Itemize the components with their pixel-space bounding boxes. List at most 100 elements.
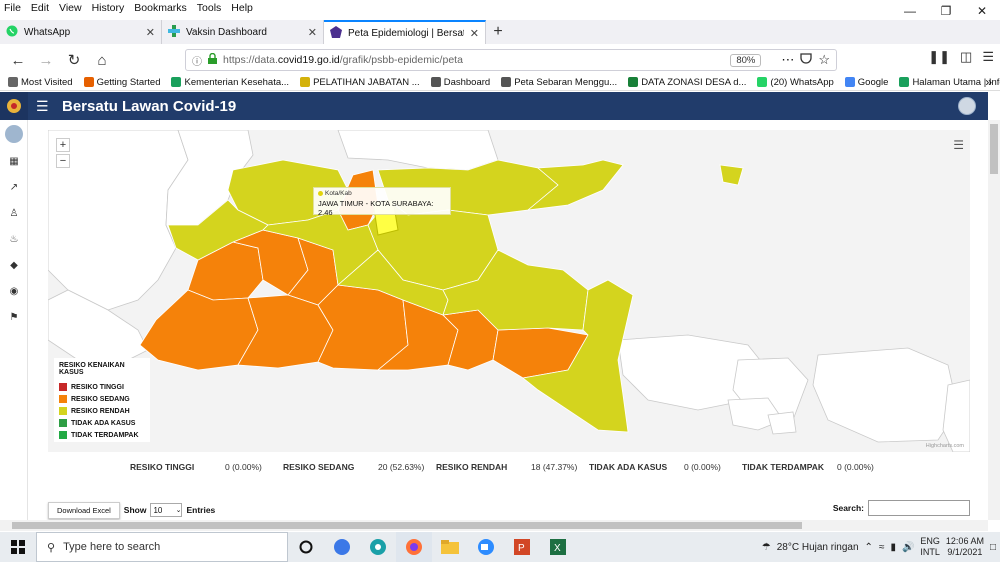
legend-item[interactable]: RESIKO SEDANG [59, 393, 145, 405]
island-rendah[interactable] [719, 164, 744, 186]
epidemic-map[interactable]: + − ☰ Kota/Kab JAWA TIMUR - KOTA SURABAY… [48, 130, 970, 452]
bell-icon[interactable]: ♨ [0, 226, 28, 252]
bookmark-item[interactable]: Peta Sebaran Menggu... [501, 77, 617, 88]
forward-arrow-icon[interactable]: → [34, 48, 58, 72]
zoom-icon[interactable] [468, 532, 504, 562]
map-svg[interactable] [48, 130, 970, 452]
bookmark-item[interactable]: PELATIHAN JABATAN ... [300, 77, 420, 88]
close-tab-icon[interactable]: ✕ [470, 27, 479, 40]
bookmark-item[interactable]: (20) WhatsApp [757, 77, 834, 88]
close-tab-icon[interactable]: ✕ [308, 26, 317, 39]
pocket-icon[interactable] [800, 53, 812, 67]
chart-menu-icon[interactable]: ☰ [953, 138, 964, 152]
whatsapp-icon [757, 77, 768, 87]
bookmark-item[interactable]: Google [844, 77, 888, 88]
menu-file[interactable]: File [4, 2, 21, 14]
small-island-region[interactable] [767, 411, 797, 435]
lock-icon[interactable] [208, 52, 217, 67]
user-avatar[interactable] [958, 97, 976, 115]
legend-item[interactable]: RESIKO RENDAH [59, 405, 145, 417]
highcharts-credits[interactable]: Highcharts.com [926, 443, 964, 449]
zoom-in-button[interactable]: + [56, 138, 70, 152]
map-icon[interactable]: ▦ [0, 148, 28, 174]
entries-select[interactable]: 10 ⌄ [150, 503, 183, 517]
menu-bookmarks[interactable]: Bookmarks [134, 2, 187, 14]
regency-sedang[interactable] [139, 289, 259, 371]
minimize-icon[interactable]: — [892, 0, 928, 22]
bookmark-item[interactable]: DATA ZONASI DESA d... [628, 77, 746, 88]
edge-icon[interactable] [360, 532, 396, 562]
clock[interactable]: 12:06 AM 9/1/2021 [946, 536, 984, 558]
vertical-scrollbar[interactable] [988, 120, 1000, 520]
tab-vaksin-dashboard[interactable]: Vaksin Dashboard ✕ [162, 20, 324, 44]
search-input[interactable] [868, 500, 970, 516]
bookmark-item[interactable]: Getting Started [83, 77, 160, 88]
info-circle-icon[interactable]: ⓘ [192, 53, 202, 68]
firefox-icon[interactable] [396, 532, 432, 562]
legend-item[interactable]: TIDAK TERDAMPAK [59, 429, 145, 441]
star-bookmark-icon[interactable]: ☆ [818, 52, 830, 68]
horizontal-scrollbar[interactable] [0, 520, 988, 531]
tab-whatsapp[interactable]: WhatsApp ✕ [0, 20, 162, 44]
bookmarks-overflow-icon[interactable]: » [985, 75, 992, 89]
volume-icon[interactable]: 🔊 [902, 542, 914, 553]
close-tab-icon[interactable]: ✕ [146, 26, 155, 39]
url-bar[interactable]: ⓘ https://data.covid19.go.id/grafik/psbb… [185, 49, 837, 71]
lombok-region[interactable] [812, 347, 959, 443]
notification-icon[interactable]: □ [990, 542, 996, 553]
scroll-thumb[interactable] [12, 522, 802, 529]
menu-view[interactable]: View [59, 2, 82, 14]
powerpoint-icon[interactable]: P [504, 532, 540, 562]
tag-icon[interactable]: ⚑ [0, 304, 28, 330]
menu-edit[interactable]: Edit [31, 2, 49, 14]
globe-app-icon[interactable] [324, 532, 360, 562]
hamburger-menu-icon[interactable]: ☰ [982, 49, 994, 65]
reload-icon[interactable]: ↻ [62, 48, 86, 72]
weather-text[interactable]: 28°C Hujan ringan [777, 542, 859, 553]
chart-line-icon[interactable]: ↗ [0, 174, 28, 200]
weather-icon[interactable]: ☂ [762, 542, 771, 553]
more-dots-icon[interactable]: ⋯ [781, 52, 794, 68]
home-icon[interactable]: ⌂ [90, 48, 114, 72]
hamburger-icon[interactable]: ☰ [36, 98, 50, 115]
tab-peta-epidemiologi[interactable]: Peta Epidemiologi | Bersatu La... ✕ [324, 20, 486, 44]
sumbawa-region[interactable] [942, 379, 970, 452]
file-explorer-icon[interactable] [432, 532, 468, 562]
battery-icon[interactable]: ▮ [890, 542, 896, 553]
sidebar-toggle-icon[interactable]: ◫ [960, 49, 972, 65]
legend-item[interactable]: TIDAK ADA KASUS [59, 417, 145, 429]
maximize-icon[interactable]: ❐ [928, 0, 964, 22]
windows-start-icon[interactable] [0, 532, 36, 562]
legend-label: RESIKO TINGGI [71, 383, 124, 391]
app-sidebar: ▦ ↗ ♙ ♨ ◆ ◉ ⚑ [0, 120, 28, 520]
cortana-icon[interactable] [288, 532, 324, 562]
north-sea-region[interactable] [337, 130, 499, 171]
close-window-icon[interactable]: ✕ [964, 0, 1000, 22]
language-indicator[interactable]: ENG INTL [920, 536, 940, 558]
taskbar-search[interactable]: ⚲ Type here to search [36, 532, 288, 562]
garuda-logo-icon[interactable] [0, 92, 28, 120]
menu-help[interactable]: Help [231, 2, 253, 14]
back-arrow-icon[interactable]: ← [6, 48, 30, 72]
menu-tools[interactable]: Tools [197, 2, 222, 14]
new-tab-icon[interactable]: + [486, 20, 510, 44]
excel-icon[interactable]: X [540, 532, 576, 562]
bookmark-item[interactable]: Most Visited [8, 77, 73, 88]
scroll-thumb[interactable] [990, 124, 998, 174]
menu-history[interactable]: History [92, 2, 125, 14]
profile-avatar[interactable] [4, 125, 23, 143]
zoom-out-button[interactable]: − [56, 154, 70, 168]
bookmark-item[interactable]: Dashboard [430, 77, 490, 88]
url-text[interactable]: https://data.covid19.go.id/grafik/psbb-e… [223, 54, 724, 66]
person-icon[interactable]: ♙ [0, 200, 28, 226]
bookmark-item[interactable]: Kementerian Kesehata... [171, 77, 289, 88]
library-icon[interactable]: ❚❚ [928, 49, 950, 65]
zoom-level[interactable]: 80% [730, 53, 762, 67]
eye-icon[interactable]: ◉ [0, 278, 28, 304]
legend-item[interactable]: RESIKO TINGGI [59, 381, 145, 393]
gem-icon[interactable]: ◆ [0, 252, 28, 278]
wifi-icon[interactable]: ≈ [879, 542, 885, 553]
chevron-up-icon[interactable]: ⌃ [865, 542, 873, 553]
tooltip-text: JAWA TIMUR - KOTA SURABAYA: 2.46 [318, 199, 434, 217]
download-excel-button[interactable]: Download Excel [48, 501, 120, 519]
